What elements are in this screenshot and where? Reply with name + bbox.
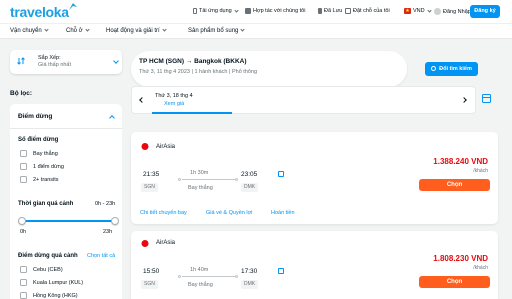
handshake-icon: [245, 8, 251, 14]
transit-time-slider[interactable]: [22, 220, 115, 222]
menu-addons[interactable]: Sản phẩm bổ sung: [188, 27, 245, 34]
airline-name: AirAsia: [156, 240, 176, 246]
flight-type: Bay thẳng: [188, 282, 213, 288]
departure-airport: SGN: [141, 280, 158, 289]
user-icon: [434, 8, 441, 15]
nav-saved[interactable]: Đã Lưu: [318, 8, 342, 14]
sort-dropdown[interactable]: Sắp Xếp: Giá thấp nhất: [10, 50, 122, 74]
dot: [235, 178, 238, 181]
prev-date-arrow-icon[interactable]: [139, 97, 145, 103]
transit-time-range: 0h - 23h: [95, 201, 116, 207]
top-header: traveloka Tải ứng dụng Hợp tác với chúng…: [0, 0, 512, 23]
transit-airport-title: Điểm dừng quá cảnh: [18, 253, 78, 259]
slider-max-handle[interactable]: [111, 217, 119, 225]
slider-max-label: 23h: [103, 229, 113, 235]
dot: [178, 178, 181, 181]
price: 1.808.230 VND: [433, 254, 488, 263]
departure-time: 15:50: [143, 268, 160, 275]
menu-activities[interactable]: Hoạt động và giải trí: [106, 27, 167, 34]
departure-airport: SGN: [141, 183, 158, 192]
flight-line: [182, 276, 235, 277]
choose-flight-button[interactable]: Chọn: [419, 179, 490, 191]
checkbox-kul[interactable]: Kuala Lumpur (KUL): [20, 279, 83, 286]
transit-time-title: Thời gian quá cảnh: [18, 201, 74, 207]
slider-min-handle[interactable]: [18, 217, 26, 225]
checkbox[interactable]: [20, 266, 27, 273]
refund-link[interactable]: Hoàn tiền: [271, 210, 295, 216]
register-button[interactable]: Đăng ký: [470, 5, 500, 18]
filter-panel: Điểm dừng Số điểm dừng Bay thẳng 1 điểm …: [10, 104, 122, 299]
selected-date: Thứ 3, 18 thg 4: [155, 93, 193, 99]
date-selector-bar: Thứ 3, 18 thg 4 Xem giá: [131, 86, 476, 114]
stops-section-title[interactable]: Điểm dừng: [18, 113, 52, 120]
arrival-airport: DMK: [241, 183, 259, 192]
checkbox[interactable]: [20, 150, 27, 157]
flight-card[interactable]: AirAsia 1.808.230 VND /khách Chọn 15:50 …: [131, 231, 498, 299]
arrival-time: 17:30: [241, 268, 258, 275]
dot: [235, 275, 238, 278]
airasia-logo-icon: [141, 240, 149, 247]
main-menu: Vận chuyển Chỗ ở Hoạt động và giải trí S…: [0, 23, 512, 39]
route-title: TP HCM (SGN) → Bangkok (BKKA): [139, 58, 247, 65]
flight-duration: 1h 40m: [190, 267, 209, 273]
sort-icon: [17, 57, 25, 65]
slider-min-label: 0h: [20, 229, 27, 235]
departure-time: 21:35: [143, 171, 160, 178]
menu-stay[interactable]: Chỗ ở: [66, 27, 90, 34]
currency-selector[interactable]: ★ VND: [404, 7, 432, 14]
menu-transport[interactable]: Vận chuyển: [10, 27, 49, 34]
checkbox-one-stop[interactable]: 1 điểm dừng: [20, 163, 64, 170]
checkbox-cebu[interactable]: Cebu (CEB): [20, 266, 63, 273]
price-per-pax: /khách: [473, 265, 488, 271]
checkbox-direct[interactable]: Bay thẳng: [20, 150, 58, 157]
checkbox[interactable]: [20, 279, 27, 286]
checkbox[interactable]: [20, 163, 27, 170]
flight-card[interactable]: AirAsia 1.388.240 VND /khách Chọn 21:35 …: [131, 132, 498, 224]
nav-app-download[interactable]: Tải ứng dụng: [193, 7, 239, 14]
price: 1.388.240 VND: [433, 157, 488, 166]
arrival-airport: DMK: [241, 280, 259, 289]
traveloka-logo[interactable]: traveloka: [10, 4, 69, 20]
next-date-arrow-icon[interactable]: [461, 97, 467, 103]
sort-value: Giá thấp nhất: [38, 62, 72, 68]
filter-title: Bộ lọc:: [10, 90, 33, 97]
logo-bird-icon: [69, 3, 77, 10]
fare-benefits-link[interactable]: Giá vé & Quyền lợi: [206, 210, 252, 216]
flight-details-link[interactable]: Chi tiết chuyến bay: [140, 210, 187, 216]
arrival-time: 23:05: [241, 171, 258, 178]
choose-flight-button[interactable]: Chọn: [419, 276, 490, 288]
select-all-link[interactable]: Chọn tất cả: [87, 253, 115, 259]
vn-flag-icon: ★: [404, 8, 411, 14]
route-subtitle: Thứ 3, 11 thg 4 2023 | 1 hành khách | Ph…: [139, 69, 258, 75]
checkbox[interactable]: [20, 176, 27, 183]
baggage-icon: [278, 171, 284, 177]
flight-type: Bay thẳng: [188, 185, 213, 191]
divider: [10, 128, 122, 129]
flight-duration: 1h 30m: [190, 170, 209, 176]
airasia-logo-icon: [141, 143, 149, 150]
calendar-icon[interactable]: [482, 94, 491, 103]
bookmark-icon: [318, 8, 322, 14]
change-search-button[interactable]: Đổi tìm kiếm: [425, 62, 478, 76]
dot: [178, 275, 181, 278]
view-price-link[interactable]: Xem giá: [164, 101, 184, 107]
price-per-pax: /khách: [473, 168, 488, 174]
checkbox-two-plus[interactable]: 2+ transits: [20, 176, 59, 183]
airline-name: AirAsia: [156, 144, 176, 150]
booking-icon: [345, 8, 351, 14]
nav-partner[interactable]: Hợp tác với chúng tôi: [245, 8, 305, 14]
nav-my-booking[interactable]: Đặt chỗ của tôi: [345, 8, 390, 14]
route-summary: TP HCM (SGN) → Bangkok (BKKA) Thứ 3, 11 …: [131, 51, 407, 87]
flight-line: [182, 179, 235, 180]
stops-count-title: Số điểm dừng: [18, 137, 59, 143]
baggage-icon: [278, 268, 284, 274]
sort-label: Sắp Xếp:: [38, 55, 61, 61]
phone-icon: [193, 8, 197, 14]
checkbox-hkg[interactable]: Hồng Kông (HKG): [20, 292, 78, 299]
chevron-up-icon[interactable]: [109, 115, 115, 121]
search-icon: [431, 66, 437, 71]
chevron-down-icon: [113, 58, 119, 64]
checkbox[interactable]: [20, 292, 27, 299]
selected-date-tab[interactable]: Thứ 3, 18 thg 4 Xem giá: [152, 87, 232, 114]
